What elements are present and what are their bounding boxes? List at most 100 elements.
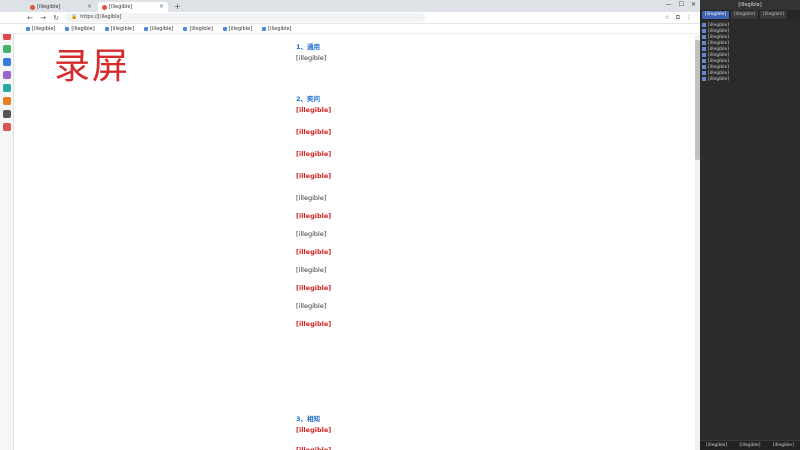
bookmark-icon <box>183 26 188 31</box>
forward-icon[interactable]: → <box>39 14 47 22</box>
file-name: [illegible] <box>708 70 730 76</box>
app-sidebar <box>0 0 14 450</box>
back-icon[interactable]: ← <box>26 14 34 22</box>
bookmarks-bar: [illegible] [illegible] [illegible] [illegi… <box>0 24 700 34</box>
tab-favicon-icon <box>102 4 107 10</box>
file-row[interactable]: [illegible] <box>702 76 798 82</box>
menu-icon[interactable]: ⋮ <box>686 14 692 22</box>
note-line: [illegible] <box>296 194 327 202</box>
file-name: [illegible] <box>708 64 730 70</box>
patch-notes: 1、通用 [illegible] 2、奕问 [illegible] [illegible… <box>296 35 700 450</box>
minimize-icon[interactable]: — <box>666 1 672 8</box>
bookmark-icon <box>65 26 70 31</box>
app-launcher-icon[interactable] <box>2 97 11 105</box>
panel-tab[interactable]: [illegible] <box>760 11 788 19</box>
new-tab-icon[interactable]: + <box>170 2 185 12</box>
tab-label: [illegible] <box>109 4 133 10</box>
recorder-panel: [illegible] [illegible] [illegible] [illeg… <box>700 0 800 450</box>
page-content: 录屏 1、通用 [illegible] 2、奕问 [illegible] [illegi… <box>14 35 700 450</box>
app-launcher-icon[interactable] <box>2 110 11 118</box>
address-bar: ← → ↻ 🔒 https://[illegible] ☆ ⧉ ⋮ <box>0 12 700 24</box>
extensions-icon[interactable]: ⧉ <box>676 14 680 22</box>
section-title: 2、奕问 <box>296 95 321 103</box>
maximize-icon[interactable]: ☐ <box>679 1 684 8</box>
file-name: [illegible] <box>708 76 730 82</box>
video-file-icon <box>702 41 706 45</box>
note-line: [illegible] <box>296 284 332 292</box>
bookmark-item[interactable]: [illegible] <box>26 26 55 32</box>
panel-tab[interactable]: [illegible] <box>702 11 730 19</box>
tab-1[interactable]: [illegible] × <box>98 2 168 12</box>
file-name: [illegible] <box>708 34 730 40</box>
app-launcher-icon[interactable] <box>2 71 11 79</box>
url-text: https://[illegible] <box>80 14 122 20</box>
bookmark-icon <box>222 26 227 31</box>
bookmark-label: [illegible] <box>71 25 95 32</box>
bookmark-label: [illegible] <box>110 25 135 32</box>
panel-footer-button[interactable]: [illegible] <box>706 443 727 448</box>
panel-footer: [illegible] [illegible] [illegible] <box>700 440 800 450</box>
toolbar-icons: ☆ ⧉ ⋮ <box>664 14 700 22</box>
app-launcher-icon[interactable] <box>2 45 11 53</box>
panel-footer-button[interactable]: [illegible] <box>739 443 760 448</box>
recording-label: 录屏 <box>54 46 131 87</box>
note-line: [illegible] <box>296 172 332 180</box>
file-name: [illegible] <box>708 52 730 58</box>
video-file-icon <box>702 47 706 51</box>
panel-footer-button[interactable]: [illegible] <box>773 443 794 448</box>
lock-icon: 🔒 <box>71 14 78 20</box>
close-icon[interactable]: × <box>159 2 164 12</box>
video-file-icon <box>702 23 706 27</box>
panel-tab[interactable]: [illegible] <box>731 11 759 19</box>
close-icon[interactable]: ✕ <box>691 1 696 8</box>
section-title: 3、相知 <box>296 415 321 423</box>
file-name: [illegible] <box>708 40 730 46</box>
note-line: [illegible] <box>296 266 327 274</box>
note-line: [illegible] <box>296 212 332 220</box>
app-launcher-icon[interactable] <box>2 123 11 131</box>
file-name: [illegible] <box>708 58 730 64</box>
note-line: [illegible] <box>296 302 327 310</box>
video-file-icon <box>702 77 706 81</box>
note-line: [illegible] <box>296 128 332 136</box>
bookmark-item[interactable]: [illegible] <box>183 26 213 32</box>
file-list: [illegible] [illegible] [illegible] [illegi… <box>702 22 798 82</box>
bookmark-label: [illegible] <box>228 25 253 32</box>
video-file-icon <box>702 65 706 69</box>
star-icon[interactable]: ☆ <box>664 14 669 22</box>
bookmark-item[interactable]: [illegible] <box>222 25 253 32</box>
note-line: [illegible] <box>296 54 327 62</box>
bookmark-label: [illegible] <box>32 25 56 32</box>
bookmark-item[interactable]: [illegible] <box>104 25 135 32</box>
video-file-icon <box>702 71 706 75</box>
video-file-icon <box>702 35 706 39</box>
note-line: [illegible] <box>296 230 327 238</box>
video-file-icon <box>702 59 706 63</box>
tab-favicon-icon <box>30 4 35 10</box>
browser-window: [illegible] × [illegible] × + — ☐ ✕ ← → … <box>0 0 700 450</box>
tab-0[interactable]: [illegible] × <box>26 2 96 12</box>
panel-tabs: [illegible] [illegible] [illegible] <box>700 10 800 20</box>
bookmark-item[interactable]: [illegible] <box>65 25 95 32</box>
file-name: [illegible] <box>708 46 730 52</box>
file-name: [illegible] <box>708 28 730 34</box>
window-controls: — ☐ ✕ <box>666 1 696 8</box>
note-line: [illegible] <box>296 446 332 450</box>
bookmark-icon <box>26 26 30 31</box>
video-file-icon <box>702 53 706 57</box>
screen: [illegible] × [illegible] × + — ☐ ✕ ← → … <box>0 0 800 450</box>
bookmark-item[interactable]: [illegible] <box>144 26 173 32</box>
note-line: [illegible] <box>296 320 332 328</box>
note-line: [illegible] <box>296 150 332 158</box>
bookmark-item[interactable]: [illegible] <box>262 25 292 32</box>
reload-icon[interactable]: ↻ <box>52 14 60 22</box>
bookmark-icon <box>104 26 109 31</box>
note-line: [illegible] <box>296 106 332 114</box>
note-line: [illegible] <box>296 248 332 256</box>
url-input[interactable]: 🔒 https://[illegible] <box>65 13 425 22</box>
close-icon[interactable]: × <box>87 2 92 12</box>
app-launcher-icon[interactable] <box>2 58 11 66</box>
app-launcher-icon[interactable] <box>2 84 11 92</box>
bookmark-label: [illegible] <box>268 25 292 32</box>
tab-bar: [illegible] × [illegible] × + — ☐ ✕ <box>0 0 700 12</box>
